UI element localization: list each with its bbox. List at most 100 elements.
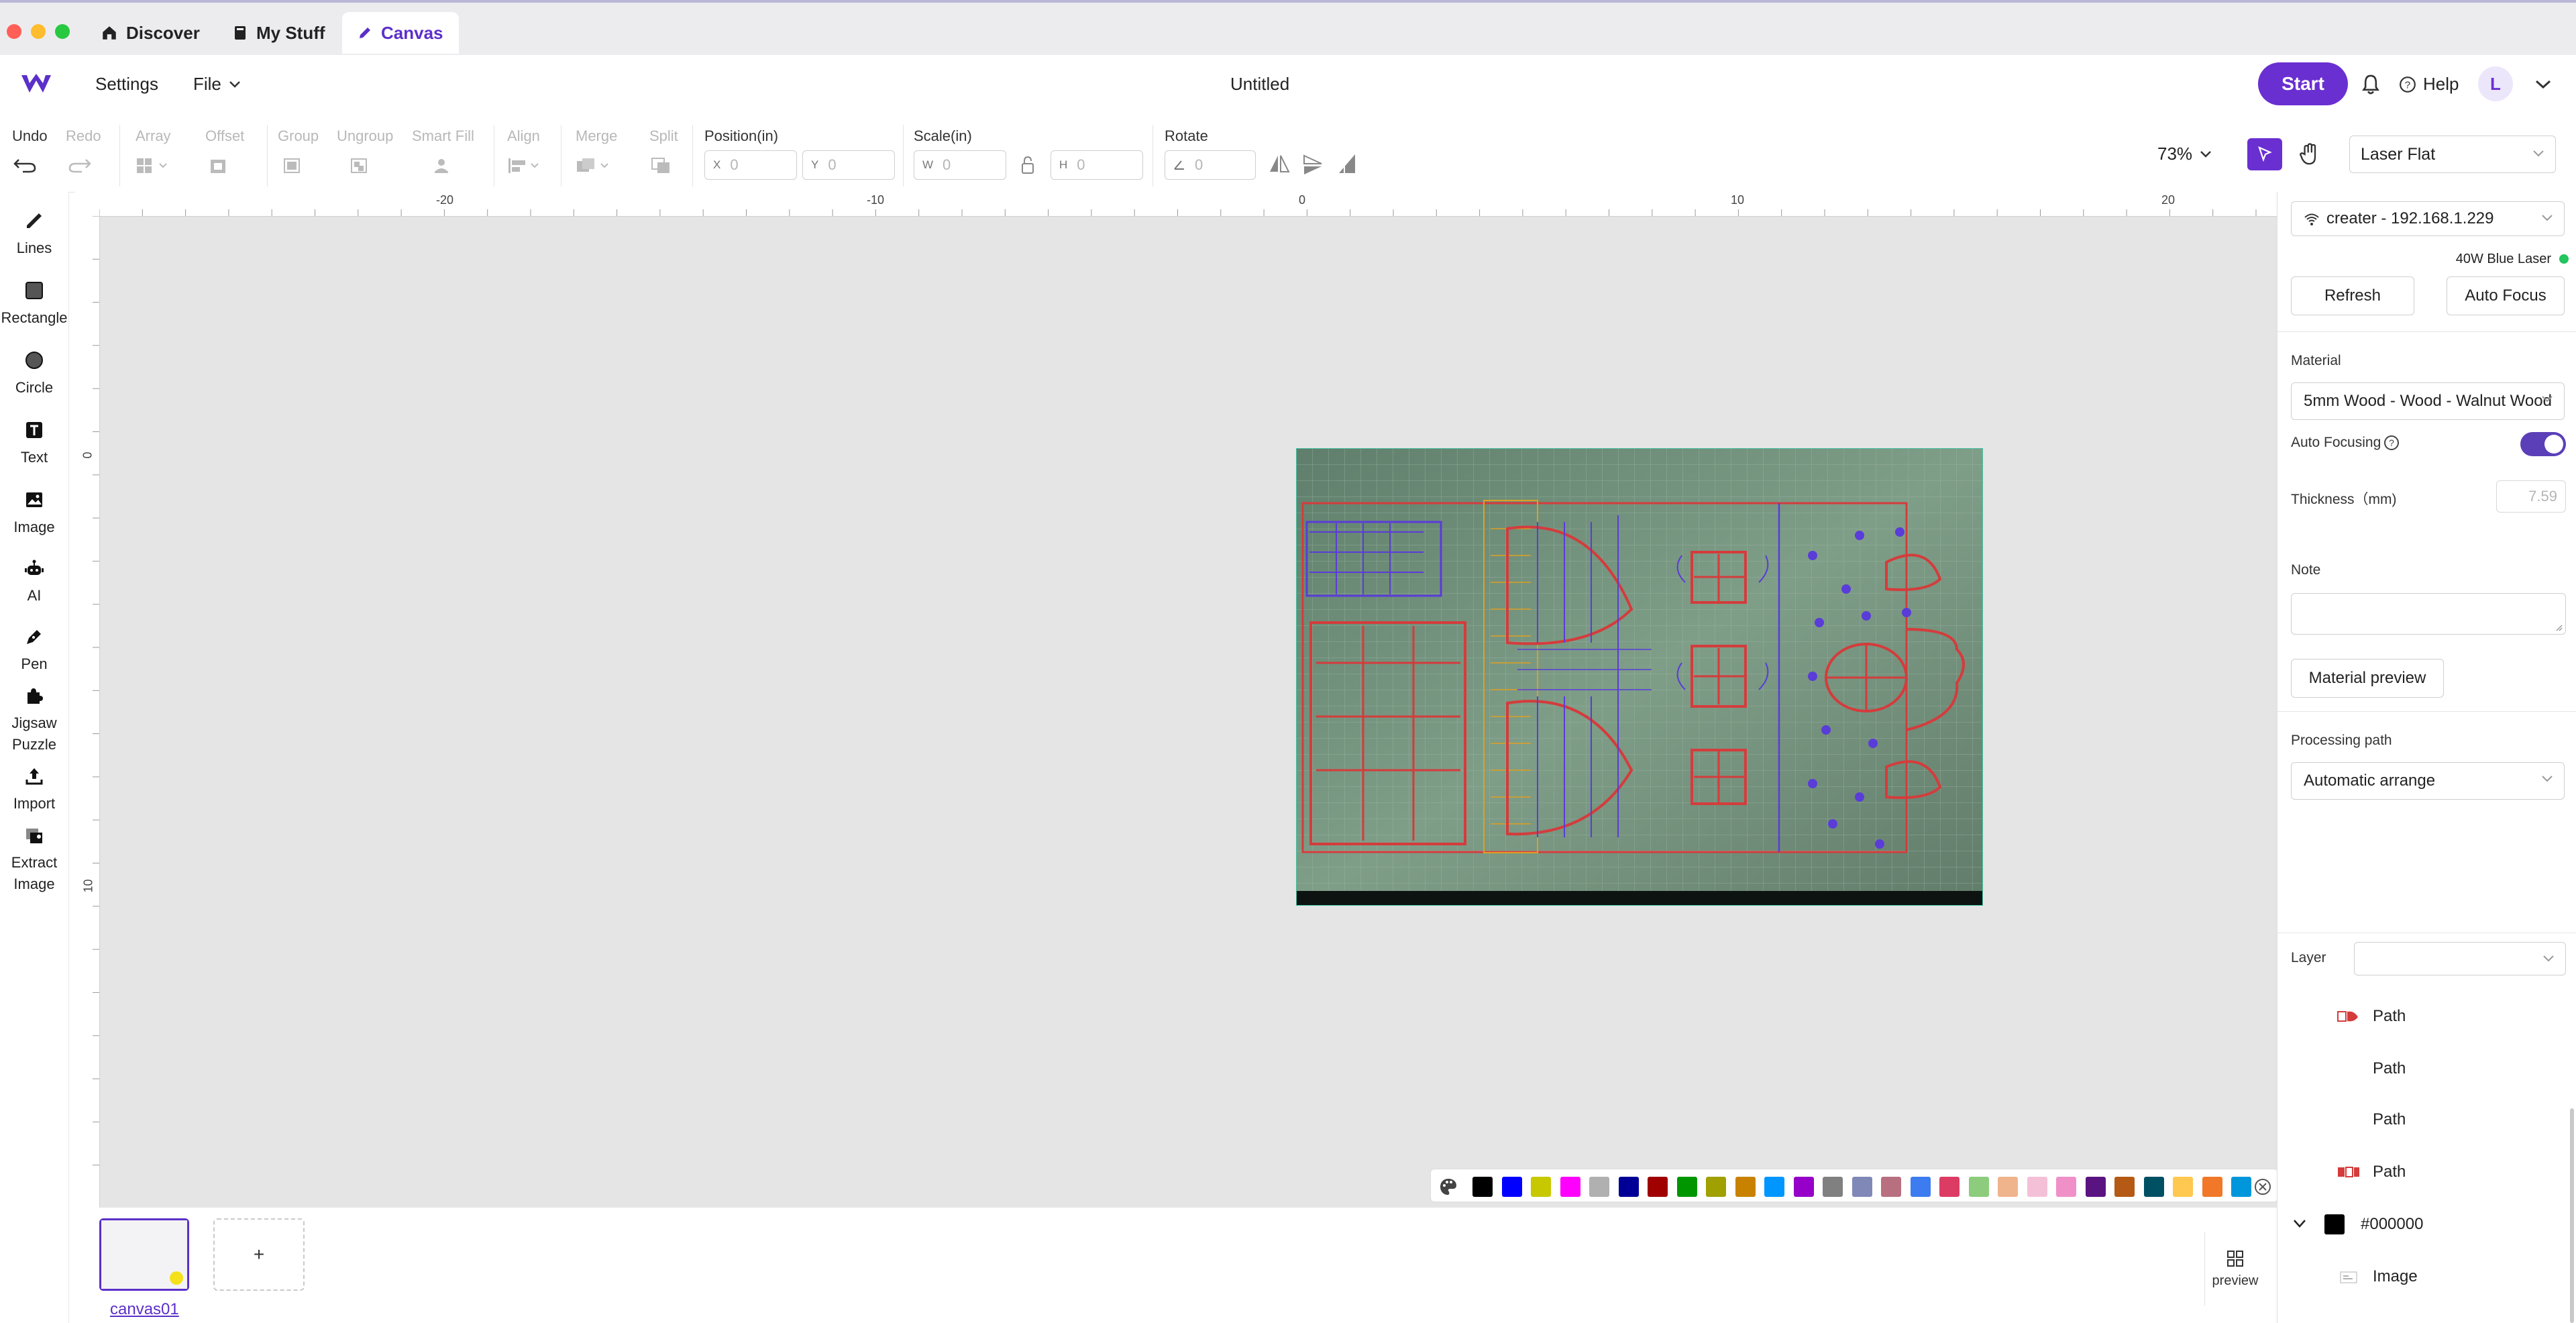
lock-icon[interactable] [1021,156,1034,174]
color-swatch[interactable] [1851,1177,1872,1197]
color-swatch[interactable] [2027,1177,2047,1197]
jigsaw-puzzle-tool[interactable]: Jigsaw Puzzle [0,686,68,755]
add-canvas-button[interactable]: + [213,1218,305,1291]
canvas-thumbnail[interactable] [99,1218,189,1291]
machine-mode-select[interactable]: Laser Flat [2349,136,2556,173]
start-button[interactable]: Start [2258,62,2348,105]
palette-icon[interactable] [1439,1177,1458,1196]
color-swatch[interactable] [1764,1177,1784,1197]
layer-select[interactable] [2354,942,2566,975]
layer-row[interactable]: Image [2277,1253,2576,1300]
x-position-field[interactable]: X 0 [704,150,797,180]
redo-button[interactable]: Redo [66,127,101,173]
lines-tool[interactable]: Lines [0,211,68,259]
color-swatch[interactable] [1618,1177,1639,1197]
color-swatch[interactable] [1648,1177,1668,1197]
tab-discover[interactable]: Discover [86,12,215,54]
color-swatch[interactable] [1939,1177,1960,1197]
extract-image-tool[interactable]: Extract Image [0,825,68,895]
align-button[interactable]: Align [507,127,547,174]
color-swatch[interactable] [1998,1177,2018,1197]
color-swatch[interactable] [2056,1177,2076,1197]
material-preview-button[interactable]: Material preview [2291,659,2444,698]
color-swatch[interactable] [1589,1177,1609,1197]
canvas-name[interactable]: canvas01 [110,1300,179,1319]
merge-button[interactable]: Merge [576,127,617,174]
bell-icon[interactable] [2360,73,2381,96]
color-swatch[interactable] [2231,1177,2251,1197]
color-group-row[interactable]: #000000 [2277,1201,2576,1248]
layer-row[interactable]: Path [2277,1045,2576,1092]
color-swatch[interactable] [2114,1177,2135,1197]
close-window-button[interactable] [7,24,21,39]
info-icon[interactable]: ? [2383,435,2400,451]
layer-scrollbar[interactable] [2570,1108,2574,1323]
resize-handle-icon[interactable] [2555,623,2563,631]
array-button[interactable]: Array [136,127,173,174]
undo-button[interactable]: Undo [12,127,48,173]
rotate-field[interactable]: 0 [1165,150,1256,180]
offset-button[interactable]: Offset [205,127,244,174]
hand-icon[interactable] [2298,142,2320,166]
color-swatch[interactable] [2173,1177,2193,1197]
image-tool[interactable]: Image [0,490,68,538]
pen-tool[interactable]: Pen [0,627,68,675]
thickness-input[interactable]: 7.59 [2496,480,2566,513]
color-swatch[interactable] [1560,1177,1580,1197]
smart-fill-button[interactable]: Smart Fill [412,127,474,174]
layer-row[interactable]: Path [2277,1096,2576,1143]
color-swatch[interactable] [1910,1177,1931,1197]
y-position-field[interactable]: Y 0 [802,150,895,180]
material-select[interactable]: 5mm Wood - Wood - Walnut Wood [2291,382,2565,420]
minimize-window-button[interactable] [31,24,46,39]
laser-bed-camera-image[interactable] [1296,448,1983,906]
rectangle-tool[interactable]: Rectangle [0,280,68,329]
color-swatch[interactable] [2085,1177,2106,1197]
processing-path-select[interactable]: Automatic arrange [2291,762,2565,800]
preview-button[interactable]: preview [2204,1232,2265,1306]
tab-canvas[interactable]: Canvas [342,12,459,54]
zoom-window-button[interactable] [55,24,70,39]
color-swatch[interactable] [1531,1177,1551,1197]
avatar[interactable]: L [2478,66,2513,101]
ungroup-button[interactable]: Ungroup [337,127,393,174]
color-swatch[interactable] [1676,1177,1697,1197]
color-swatch[interactable] [1881,1177,1901,1197]
width-field[interactable]: W 0 [914,150,1006,180]
import-tool[interactable]: Import [0,766,68,814]
close-palette-icon[interactable] [2253,1177,2272,1196]
color-swatch[interactable] [2202,1177,2222,1197]
group-button[interactable]: Group [278,127,319,174]
color-swatch[interactable] [1968,1177,1989,1197]
mirror-icon[interactable] [1336,152,1359,177]
color-swatch[interactable] [1823,1177,1843,1197]
layer-row[interactable]: Path [2277,1149,2576,1196]
layer-row[interactable]: Path [2277,993,2576,1040]
color-swatch[interactable] [2143,1177,2164,1197]
ai-tool[interactable]: AI [0,558,68,606]
color-swatch[interactable] [1735,1177,1756,1197]
flip-horizontal-icon[interactable] [1268,153,1291,177]
refresh-button[interactable]: Refresh [2291,276,2414,315]
height-field[interactable]: H 0 [1051,150,1143,180]
select-tool-button[interactable] [2247,138,2282,170]
color-swatch[interactable] [1501,1177,1522,1197]
color-swatch[interactable] [1472,1177,1493,1197]
chevron-down-icon[interactable] [2292,1218,2307,1229]
color-swatch[interactable] [1706,1177,1726,1197]
text-tool[interactable]: Text [0,420,68,468]
file-menu[interactable]: File [193,74,241,95]
help-button[interactable]: ? Help [2399,74,2459,95]
group-color-swatch[interactable] [2324,1214,2345,1234]
color-swatch[interactable] [1793,1177,1814,1197]
flip-vertical-icon[interactable] [1301,153,1324,177]
auto-focus-button[interactable]: Auto Focus [2447,276,2565,315]
settings-menu[interactable]: Settings [95,74,158,95]
split-button[interactable]: Split [649,127,678,174]
device-select[interactable]: creater - 192.168.1.229 [2291,201,2565,236]
tab-my-stuff[interactable]: My Stuff [217,12,340,54]
note-textarea[interactable] [2291,593,2566,635]
circle-tool[interactable]: Circle [0,350,68,399]
account-chevron-icon[interactable] [2534,79,2552,90]
zoom-select[interactable]: 73% [2157,144,2212,164]
